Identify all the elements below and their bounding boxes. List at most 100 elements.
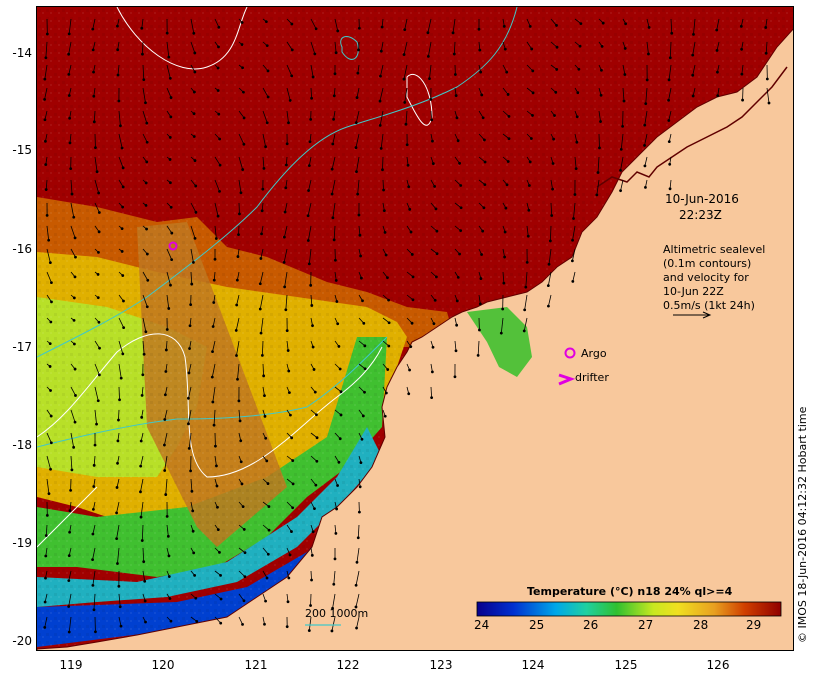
velocity-arrow-head: [139, 439, 143, 443]
velocity-arrow-head: [194, 210, 198, 214]
velocity-arrow-head: [260, 232, 263, 236]
velocity-arrow-head: [407, 392, 411, 396]
velocity-arrow-head: [237, 399, 241, 403]
colorbar-tick: 25: [529, 618, 545, 632]
velocity-arrow-head: [357, 510, 361, 514]
velocity-arrow-head: [120, 250, 124, 253]
velocity-arrow-head: [91, 48, 95, 52]
velocity-arrow-head: [502, 281, 506, 285]
velocity-arrow-head: [363, 390, 366, 394]
map-canvas[interactable]: [37, 7, 794, 651]
velocity-arrow-head: [239, 460, 243, 464]
lon-tick: 122: [336, 658, 360, 672]
velocity-arrow-head: [74, 394, 77, 397]
velocity-arrow-head: [144, 330, 148, 334]
velocity-arrow-head: [355, 626, 358, 630]
velocity-arrow-head: [140, 539, 144, 542]
velocity-arrow-head: [217, 25, 221, 29]
velocity-arrow-head: [74, 255, 77, 259]
velocity-arrow-head: [455, 323, 459, 327]
velocity-arrow-head: [119, 124, 122, 128]
velocity-arrow-head: [578, 44, 582, 48]
velocity-arrow-head: [140, 26, 144, 30]
velocity-arrow-head: [141, 373, 145, 377]
velocity-arrow-head: [169, 619, 173, 623]
velocity-arrow-head: [667, 140, 671, 144]
velocity-arrow-head: [216, 528, 220, 532]
velocity-arrow-head: [67, 52, 71, 56]
velocity-arrow-head: [91, 558, 94, 562]
velocity-arrow-head: [330, 629, 334, 633]
velocity-arrow-head: [70, 468, 74, 472]
velocity-arrow-head: [239, 439, 243, 443]
velocity-arrow-head: [216, 89, 220, 92]
velocity-arrow-head: [312, 368, 316, 371]
velocity-arrow-head: [601, 21, 605, 25]
velocity-arrow-head: [266, 482, 270, 485]
velocity-arrow-head: [524, 285, 528, 289]
velocity-arrow-head: [287, 369, 291, 373]
velocity-arrow-head: [337, 460, 341, 464]
velocity-arrow-head: [68, 141, 72, 145]
velocity-arrow-head: [67, 32, 71, 36]
velocity-arrow-head: [337, 345, 341, 348]
velocity-arrow-head: [355, 560, 359, 564]
velocity-arrow-head: [459, 229, 463, 233]
velocity-arrow-head: [145, 252, 149, 256]
velocity-arrow-head: [454, 94, 458, 97]
velocity-arrow-head: [645, 78, 649, 82]
velocity-arrow: [118, 409, 120, 421]
velocity-arrow-head: [430, 396, 434, 400]
velocity-arrow-head: [308, 140, 312, 144]
velocity-arrow-head: [311, 75, 315, 79]
velocity-arrow-head: [573, 193, 577, 196]
velocity-arrow-head: [503, 255, 506, 259]
velocity-arrow-head: [571, 238, 574, 242]
velocity-arrow-head: [555, 24, 558, 27]
velocity-arrow-head: [526, 234, 530, 238]
velocity-arrow-head: [599, 93, 603, 97]
velocity-arrow-head: [307, 629, 311, 632]
velocity-arrow-head: [192, 112, 196, 116]
velocity-arrow-head: [242, 90, 245, 94]
velocity-arrow-head: [139, 464, 143, 468]
lon-tick: 120: [151, 658, 175, 672]
velocity-arrow-head: [139, 490, 142, 494]
velocity-arrow-head: [92, 485, 96, 488]
velocity-arrow-head: [716, 94, 720, 98]
colorbar-tick: 27: [638, 618, 654, 632]
velocity-arrow-head: [644, 102, 648, 106]
velocity-arrow-head: [452, 52, 456, 56]
velocity-arrow-head: [548, 239, 552, 243]
velocity-arrow-head: [334, 258, 337, 262]
velocity-arrow-head: [503, 47, 507, 51]
velocity-arrow-head: [362, 321, 366, 325]
velocity-arrow-head: [600, 44, 604, 48]
velocity-arrow-head: [122, 299, 125, 303]
lat-tick: -17: [12, 340, 32, 354]
velocity-arrow-head: [426, 31, 430, 35]
velocity-arrow-head: [456, 275, 460, 279]
sst-map[interactable]: 10-Jun-2016 22:23Z Altimetric sealevel (…: [36, 6, 794, 651]
velocity-arrow-head: [163, 443, 166, 447]
velocity-arrow-head: [139, 515, 143, 519]
velocity-arrow-head: [527, 184, 531, 187]
velocity-arrow-head: [97, 373, 101, 377]
velocity-arrow-head: [378, 123, 382, 127]
velocity-arrow-head: [600, 68, 603, 72]
velocity-arrow-head: [44, 534, 48, 537]
velocity-arrow-head: [140, 393, 144, 397]
colorbar-tick: 24: [474, 618, 490, 632]
velocity-arrow-head: [670, 31, 674, 35]
velocity-arrow-head: [285, 625, 289, 629]
velocity-arrow-head: [313, 390, 317, 394]
velocity-arrow-head: [187, 396, 190, 400]
velocity-arrow-head: [647, 25, 651, 29]
velocity-arrow-head: [310, 553, 314, 557]
velocity-arrow-head: [144, 101, 147, 105]
velocity-arrow-head: [288, 553, 292, 557]
velocity-arrow-head: [434, 207, 438, 211]
velocity-arrow-head: [234, 329, 238, 332]
velocity-arrow-head: [187, 371, 191, 375]
legend-line-2: (0.1m contours): [663, 257, 752, 270]
